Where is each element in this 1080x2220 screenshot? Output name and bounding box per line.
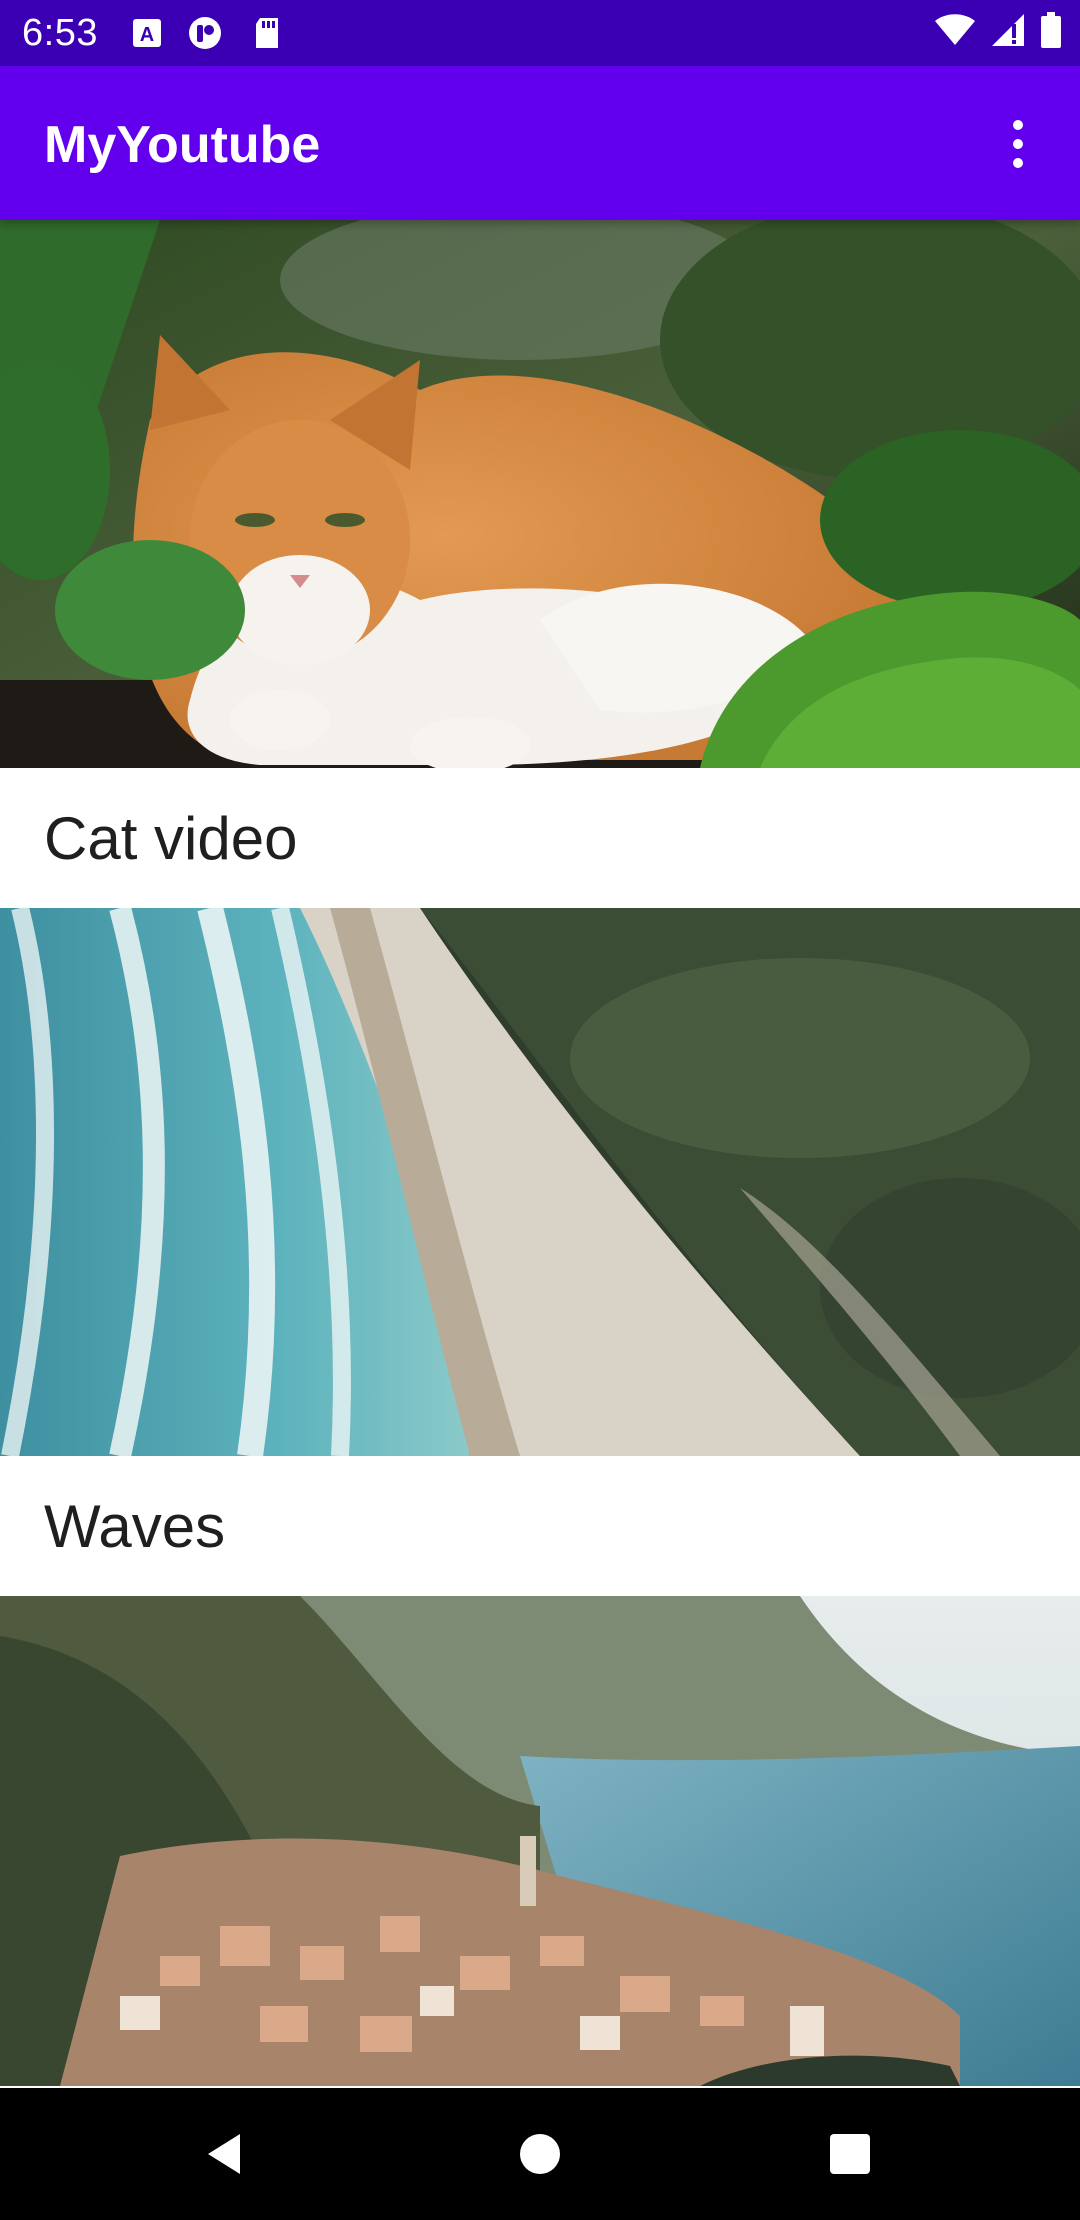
video-thumbnail-lake[interactable] <box>0 1596 1080 2086</box>
app-notification-icon <box>186 16 221 50</box>
status-time: 6:53 <box>22 12 98 54</box>
app-title: MyYoutube <box>44 116 321 174</box>
recents-icon[interactable] <box>820 2124 880 2184</box>
video-item-cat[interactable]: Cat video <box>0 220 1080 908</box>
status-right-group <box>934 11 1062 53</box>
video-thumbnail-waves[interactable] <box>0 908 1080 1456</box>
video-list[interactable]: Cat video Waves <box>0 220 1080 2086</box>
battery-icon <box>1040 11 1062 53</box>
home-icon[interactable] <box>510 2124 570 2184</box>
svg-text:A: A <box>140 24 154 46</box>
wifi-icon <box>934 13 976 52</box>
video-title[interactable]: Cat video <box>0 768 1080 908</box>
signal-icon <box>990 12 1026 53</box>
video-thumbnail-cat[interactable] <box>0 220 1080 768</box>
video-item-lake[interactable] <box>0 1596 1080 2086</box>
more-vert-icon[interactable] <box>978 104 1058 184</box>
status-bar: 6:53 A <box>0 0 1080 66</box>
app-bar: MyYoutube <box>0 66 1080 220</box>
back-icon[interactable] <box>196 2124 256 2184</box>
video-title[interactable]: Waves <box>0 1456 1080 1596</box>
video-item-waves[interactable]: Waves <box>0 908 1080 1596</box>
keyboard-a-icon: A <box>130 16 164 50</box>
sd-card-icon <box>252 16 286 50</box>
navigation-bar <box>0 2088 1080 2220</box>
